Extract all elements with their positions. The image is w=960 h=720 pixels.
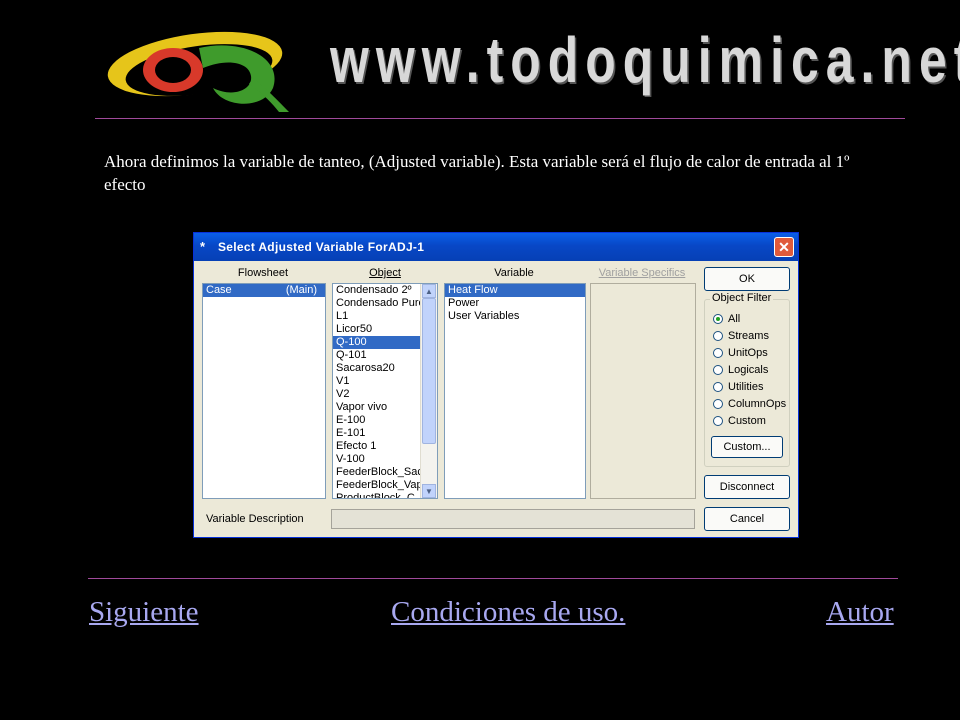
variable-description-label: Variable Description <box>206 513 304 525</box>
variable-description-field <box>331 509 695 529</box>
dialog-title: Select Adjusted Variable ForADJ-1 <box>218 240 425 254</box>
radio-button-icon[interactable] <box>713 416 723 426</box>
ok-button[interactable]: OK <box>704 267 790 291</box>
list-item[interactable]: Condensado Puro <box>333 297 425 310</box>
filter-radio-columnops[interactable]: ColumnOps <box>713 397 786 411</box>
variable-specifics-list <box>590 283 696 499</box>
filter-radio-label: Streams <box>728 330 769 342</box>
filter-radio-label: Utilities <box>728 381 764 393</box>
ok-button-label: OK <box>739 273 755 285</box>
list-item[interactable]: V-100 <box>333 453 421 466</box>
cancel-button-label: Cancel <box>729 513 765 525</box>
radio-button-icon[interactable] <box>713 382 723 392</box>
terms-link[interactable]: Condiciones de uso. <box>391 596 625 629</box>
filter-radio-label: Logicals <box>728 364 769 376</box>
object-filter-group: Object Filter All Streams UnitOps Logicals U… <box>704 292 790 467</box>
object-filter-legend: Object Filter <box>710 292 774 304</box>
filter-radio-unitops[interactable]: UnitOps <box>713 346 768 360</box>
filter-radio-streams[interactable]: Streams <box>713 329 769 343</box>
list-item[interactable]: V2 <box>333 388 421 401</box>
flowsheet-list[interactable]: Case (Main) <box>202 283 326 499</box>
object-list-scrollbar[interactable]: ▲ ▼ <box>420 284 437 498</box>
filter-radio-utilities[interactable]: Utilities <box>713 380 763 394</box>
flowsheet-name: Case <box>206 284 232 296</box>
variable-list[interactable]: Heat Flow Power User Variables <box>444 283 586 499</box>
filter-radio-label: ColumnOps <box>728 398 787 410</box>
bottom-divider <box>88 578 898 579</box>
radio-button-icon[interactable] <box>713 399 723 409</box>
todoquimica-logo <box>103 18 295 114</box>
radio-button-icon[interactable] <box>713 314 723 324</box>
flowsheet-tag: (Main) <box>285 284 317 296</box>
custom-button-label: Custom... <box>723 441 771 453</box>
list-item[interactable]: Q-100 <box>333 336 421 349</box>
select-adjusted-variable-dialog: * Select Adjusted Variable ForADJ-1 ✕ Fl… <box>193 232 799 538</box>
list-item[interactable]: E-101 <box>333 427 421 440</box>
next-link[interactable]: Siguiente <box>89 596 199 629</box>
list-item[interactable]: V1 <box>333 375 421 388</box>
list-item[interactable]: FeederBlock_Sacarosa <box>333 466 437 479</box>
filter-radio-label: Custom <box>728 415 766 427</box>
list-item[interactable]: ProductBlock_C <box>333 492 421 498</box>
filter-radio-all[interactable]: All <box>713 312 740 326</box>
list-item[interactable]: User Variables <box>445 310 585 323</box>
top-divider <box>95 118 905 119</box>
scroll-thumb[interactable] <box>422 298 436 444</box>
list-item[interactable]: Licor50 <box>333 323 421 336</box>
disconnect-button[interactable]: Disconnect <box>704 475 790 499</box>
dialog-app-icon: * <box>200 239 206 254</box>
filter-radio-label: UnitOps <box>728 347 768 359</box>
list-item[interactable]: E-100 <box>333 414 421 427</box>
disconnect-button-label: Disconnect <box>719 481 775 493</box>
radio-button-icon[interactable] <box>713 365 723 375</box>
object-list[interactable]: Condensado 2º Condensado Puro L1 Licor50 Q-1… <box>332 283 438 499</box>
custom-button[interactable]: Custom... <box>711 436 783 458</box>
filter-radio-logicals[interactable]: Logicals <box>713 363 768 377</box>
variable-specifics-header: Variable Specifics <box>598 267 686 279</box>
list-item[interactable]: Sacarosa20 <box>333 362 421 375</box>
list-item[interactable]: Q-101 <box>333 349 421 362</box>
list-item[interactable]: Case (Main) <box>203 284 325 297</box>
list-item[interactable]: Heat Flow <box>445 284 585 297</box>
radio-button-icon[interactable] <box>713 331 723 341</box>
scroll-up-arrow-icon[interactable]: ▲ <box>422 284 436 298</box>
list-item[interactable]: FeederBlock_Vapor <box>333 479 432 492</box>
site-url-banner: www.todoquimica.net <box>330 24 960 96</box>
author-link[interactable]: Autor <box>826 596 894 629</box>
list-item[interactable]: Condensado 2º <box>333 284 421 297</box>
list-item[interactable]: L1 <box>333 310 421 323</box>
cancel-button[interactable]: Cancel <box>704 507 790 531</box>
close-icon: ✕ <box>778 239 790 255</box>
dialog-titlebar[interactable]: * Select Adjusted Variable ForADJ-1 ✕ <box>194 233 798 261</box>
flowsheet-header: Flowsheet <box>237 267 289 279</box>
object-header: Object <box>369 267 401 279</box>
scroll-down-arrow-icon[interactable]: ▼ <box>422 484 436 498</box>
variable-header: Variable <box>494 267 534 279</box>
list-item[interactable]: Vapor vivo <box>333 401 421 414</box>
radio-button-icon[interactable] <box>713 348 723 358</box>
filter-radio-custom[interactable]: Custom <box>713 414 766 428</box>
list-item[interactable]: Power <box>445 297 585 310</box>
intro-text: Ahora definimos la variable de tanteo, (… <box>104 152 850 194</box>
close-button[interactable]: ✕ <box>774 237 794 257</box>
object-list-items: Condensado 2º Condensado Puro L1 Licor50 Q-1… <box>333 284 437 498</box>
list-item[interactable]: Efecto 1 <box>333 440 421 453</box>
filter-radio-label: All <box>728 313 741 325</box>
